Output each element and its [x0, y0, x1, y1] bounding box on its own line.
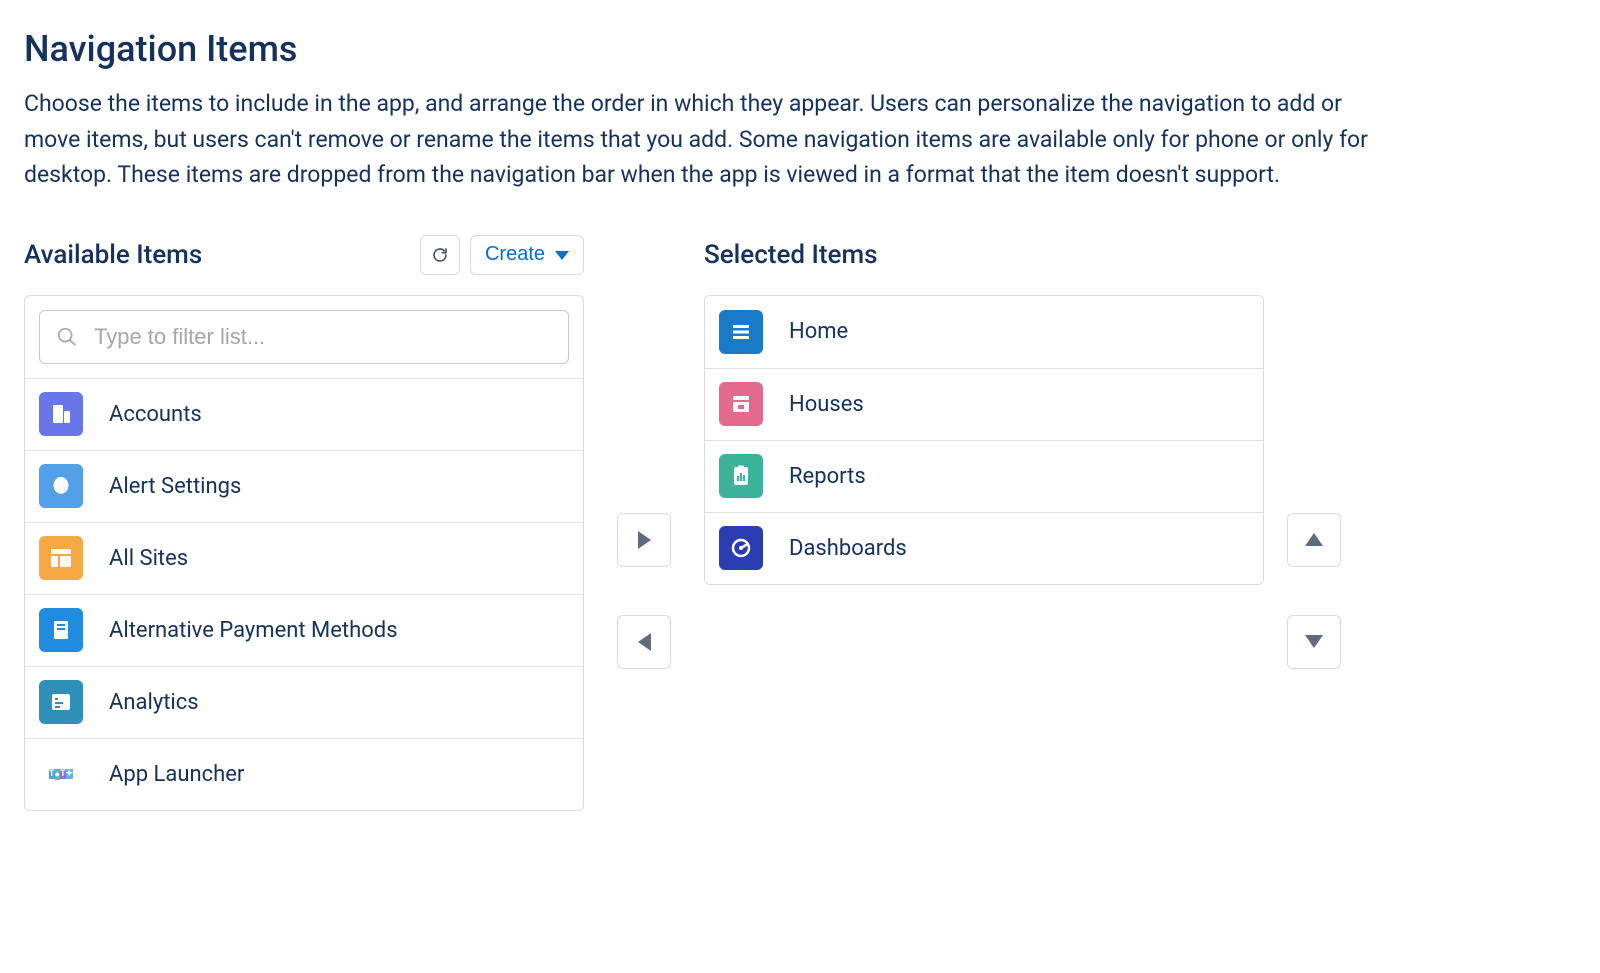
accounts-icon — [39, 392, 83, 436]
refresh-button[interactable] — [420, 235, 460, 275]
list-item-label: Reports — [789, 464, 866, 489]
alt-payment-icon — [39, 608, 83, 652]
move-right-button[interactable] — [617, 513, 671, 567]
selected-panel: Home Houses Reports — [704, 295, 1264, 585]
navigation-items-page: Navigation Items Choose the items to inc… — [0, 0, 1400, 811]
search-icon — [56, 326, 78, 348]
page-description: Choose the items to include in the app, … — [24, 86, 1376, 193]
search-field[interactable] — [39, 310, 569, 364]
selected-heading: Selected Items — [704, 240, 877, 270]
selected-item[interactable]: Dashboards — [705, 512, 1263, 584]
dashboards-icon — [719, 526, 763, 570]
triangle-right-icon — [638, 531, 651, 549]
selected-item[interactable]: Houses — [705, 368, 1263, 440]
move-buttons — [584, 233, 704, 669]
list-item-label: Dashboards — [789, 536, 907, 561]
list-item-label: All Sites — [109, 546, 188, 571]
available-item[interactable]: Alert Settings — [25, 450, 583, 522]
list-item-label: Alert Settings — [109, 474, 241, 499]
search-input[interactable] — [92, 323, 552, 351]
triangle-up-icon — [1305, 533, 1323, 546]
houses-icon — [719, 382, 763, 426]
available-item[interactable]: Analytics — [25, 666, 583, 738]
available-item[interactable]: Alternative Payment Methods — [25, 594, 583, 666]
selected-item[interactable]: Home — [705, 296, 1263, 368]
selected-item[interactable]: Reports — [705, 440, 1263, 512]
list-item-label: Alternative Payment Methods — [109, 618, 398, 643]
home-icon — [719, 310, 763, 354]
triangle-left-icon — [638, 633, 651, 651]
search-wrap — [25, 296, 583, 378]
create-button[interactable]: Create — [470, 235, 584, 275]
available-item[interactable]: T●T✦ App Launcher — [25, 738, 583, 810]
list-item-label: Home — [789, 319, 848, 344]
available-item[interactable]: Accounts — [25, 378, 583, 450]
triangle-down-icon — [1305, 635, 1323, 648]
move-down-button[interactable] — [1287, 615, 1341, 669]
chevron-down-icon — [555, 251, 569, 260]
available-heading: Available Items — [24, 240, 202, 270]
duallist: Available Items Create — [24, 233, 1376, 811]
selected-column: Selected Items Home Houses — [704, 233, 1264, 585]
list-item-label: Analytics — [109, 690, 199, 715]
available-header: Available Items Create — [24, 233, 584, 277]
create-button-label: Create — [485, 243, 545, 266]
app-launcher-icon: T●T✦ — [39, 752, 83, 796]
list-item-label: Houses — [789, 392, 864, 417]
reports-icon — [719, 454, 763, 498]
selected-header: Selected Items — [704, 233, 1264, 277]
available-item[interactable]: All Sites — [25, 522, 583, 594]
page-title: Navigation Items — [24, 28, 1376, 70]
alert-settings-icon — [39, 464, 83, 508]
available-panel: Accounts Alert Settings All Sites — [24, 295, 584, 811]
available-actions: Create — [420, 235, 584, 275]
available-column: Available Items Create — [24, 233, 584, 811]
analytics-icon — [39, 680, 83, 724]
all-sites-icon — [39, 536, 83, 580]
move-left-button[interactable] — [617, 615, 671, 669]
move-up-button[interactable] — [1287, 513, 1341, 567]
refresh-icon — [431, 245, 449, 265]
list-item-label: Accounts — [109, 402, 202, 427]
reorder-buttons — [1264, 233, 1364, 669]
list-item-label: App Launcher — [109, 762, 244, 787]
